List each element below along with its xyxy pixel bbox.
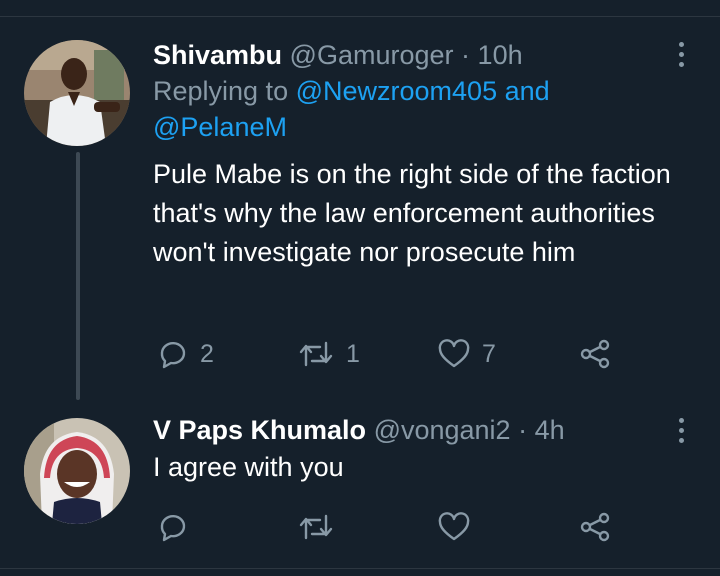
retweet-button[interactable]: 1 [298,337,360,371]
replying-and[interactable]: and [497,76,550,106]
share-icon [580,512,610,542]
separator-dot: · [518,415,528,445]
reply-icon [160,342,186,369]
like-button[interactable] [438,510,482,544]
user-handle[interactable]: @Gamuroger [290,40,454,70]
top-divider [0,16,720,17]
reply-button[interactable]: 2 [158,337,214,371]
retweet-icon [299,341,333,367]
retweet-icon [299,514,333,540]
thread-connector-line [76,152,80,400]
timestamp[interactable]: 4h [535,415,565,445]
more-options-icon[interactable] [675,418,687,448]
display-name[interactable]: Shivambu [153,40,282,70]
tweet-actions: 2 1 7 [158,337,618,371]
share-button[interactable] [580,510,610,544]
share-icon [580,339,610,369]
bottom-divider [0,568,720,569]
share-button[interactable] [580,337,610,371]
tweet-actions [158,510,618,544]
tweet-text: I agree with you [153,452,344,482]
user-handle[interactable]: @vongani2 [374,415,511,445]
like-icon [438,339,470,368]
like-icon [438,512,470,541]
mention-newzroom405[interactable]: @Newzroom405 [296,76,498,106]
tweet-shivambu[interactable]: Shivambu @Gamuroger · 10h Replying to @N… [153,37,673,272]
separator-dot: · [461,40,471,70]
like-button[interactable]: 7 [438,337,496,371]
timestamp[interactable]: 10h [478,40,523,70]
tweet-v-paps-khumalo[interactable]: V Paps Khumalo @vongani2 · 4h I agree wi… [153,412,673,487]
like-count: 7 [482,339,496,368]
replying-prefix: Replying to [153,76,296,106]
avatar-shivambu[interactable] [24,40,130,146]
reply-icon [160,515,186,542]
retweet-count: 1 [346,339,360,368]
mention-pelanem[interactable]: @PelaneM [153,112,287,142]
reply-button[interactable] [158,510,200,544]
tweet-header: Shivambu @Gamuroger · 10h [153,37,673,73]
tweet-text: Pule Mabe is on the right side of the fa… [153,159,671,267]
avatar-v-paps-khumalo[interactable] [24,418,130,524]
display-name[interactable]: V Paps Khumalo [153,415,366,445]
tweet-header: V Paps Khumalo @vongani2 · 4h [153,412,673,448]
replying-to-line: Replying to @Newzroom405 and @PelaneM [153,73,673,145]
reply-count: 2 [200,339,214,368]
more-options-icon[interactable] [675,42,687,72]
retweet-button[interactable] [298,510,346,544]
